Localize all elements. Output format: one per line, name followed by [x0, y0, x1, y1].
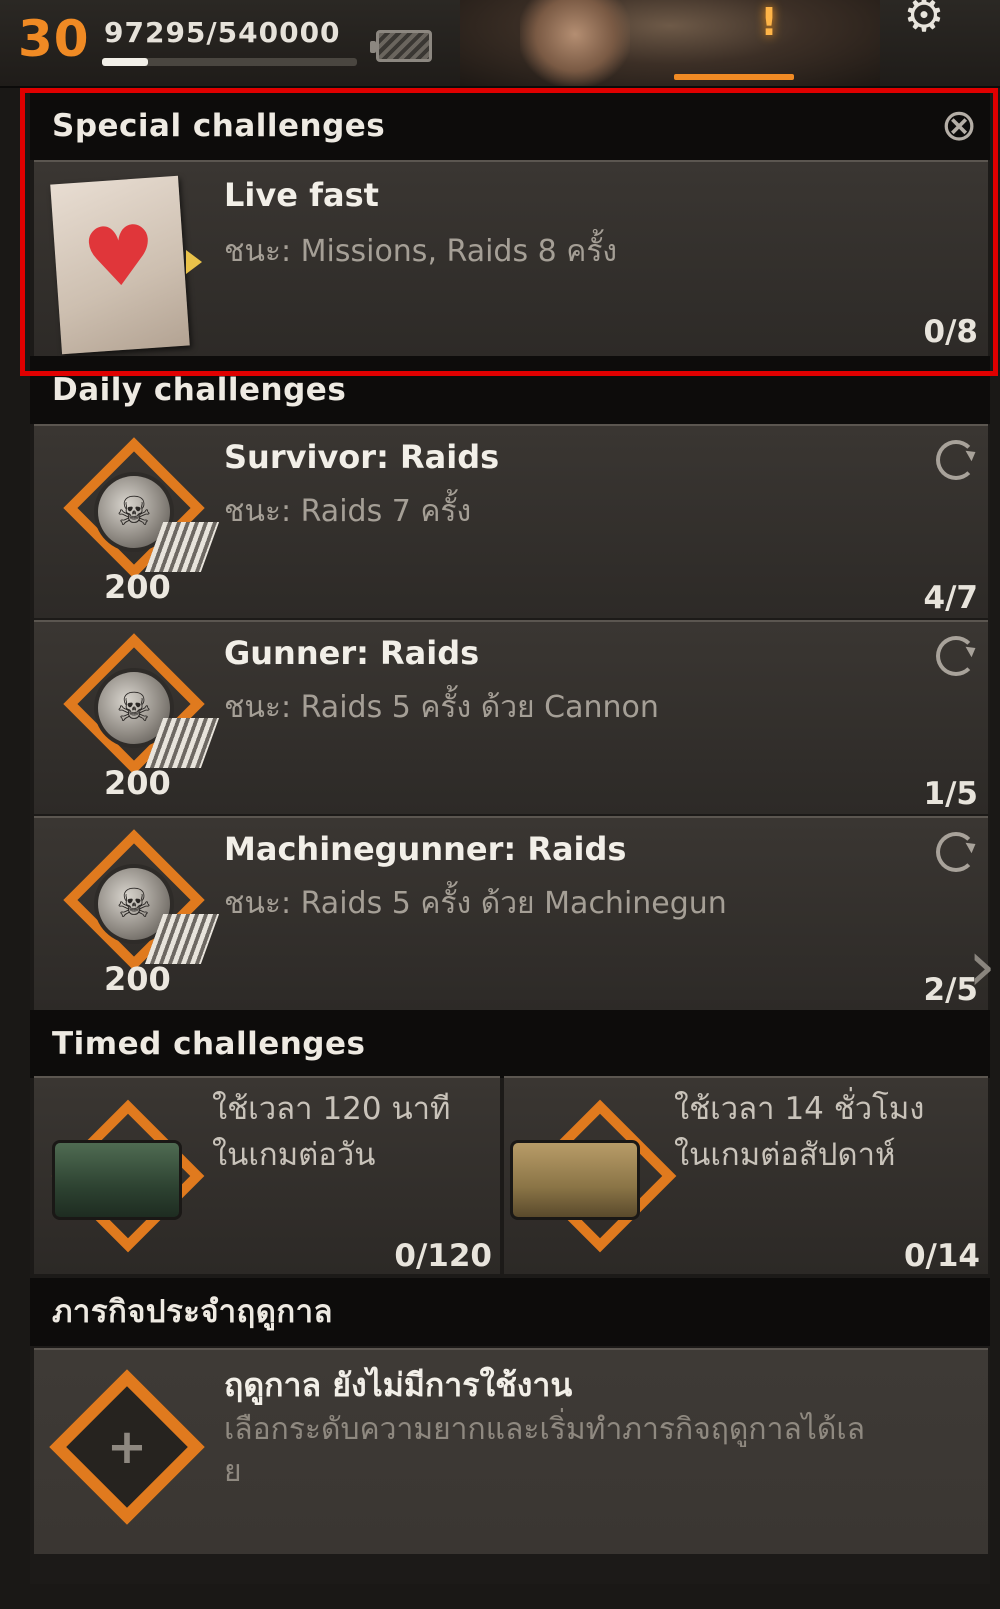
gear-icon[interactable]: ⚙: [894, 0, 954, 38]
special-challenge-progress: 0/8: [923, 314, 978, 350]
season-mission-card[interactable]: + ฤดูกาล ยังไม่มีการใช้งาน เลือกระดับควา…: [34, 1348, 988, 1554]
challenge-badge-icon: ☠ 200: [54, 437, 220, 606]
player-portrait[interactable]: [460, 0, 880, 86]
timed-challenges-title: Timed challenges: [52, 1026, 366, 1062]
xp-counter: 97295/540000: [104, 16, 341, 49]
battery-icon: [370, 30, 432, 62]
daily-challenge-description: ชนะ: Raids 5 ครั้ง ด้วย Cannon: [224, 690, 659, 725]
special-challenge-image: ♥: [50, 175, 190, 355]
season-missions-header: ภารกิจประจำฤดูกาล: [30, 1278, 990, 1346]
gold-chest-icon: [510, 1140, 640, 1220]
special-challenge-title: Live fast: [224, 176, 379, 214]
reward-amount: 200: [104, 960, 171, 998]
timed-challenge-progress: 0/120: [394, 1238, 492, 1274]
daily-challenge-card[interactable]: ☠ 200 Gunner: Raids ชนะ: Raids 5 ครั้ง ด…: [34, 620, 988, 814]
close-icon[interactable]: ⊗: [941, 92, 978, 160]
challenge-badge-icon: ☠ 200: [54, 829, 220, 998]
refresh-icon[interactable]: [936, 832, 976, 872]
season-missions-title: ภารกิจประจำฤดูกาล: [52, 1294, 334, 1330]
daily-challenge-title: Gunner: Raids: [224, 634, 480, 672]
daily-challenge-card[interactable]: ☠ 200 Survivor: Raids ชนะ: Raids 7 ครั้ง…: [34, 424, 988, 618]
top-bar: 30 97295/540000 ! ⚙: [0, 0, 1000, 88]
timed-challenge-line1: ใช้เวลา 120 นาที: [212, 1091, 451, 1127]
xp-progress-bar: [102, 58, 357, 66]
daily-challenge-card[interactable]: ☠ 200 Machinegunner: Raids ชนะ: Raids 5 …: [34, 816, 988, 1010]
alert-indicator-bar: [674, 74, 794, 80]
challenges-panel: Special challenges ⊗ ♥ Live fast ชนะ: Mi…: [30, 92, 990, 1584]
timed-challenge-card[interactable]: ใช้เวลา 14 ชั่วโมง ในเกมต่อสัปดาห์ 0/14: [504, 1076, 988, 1274]
xp-progress-fill: [102, 58, 148, 66]
refresh-icon[interactable]: [936, 636, 976, 676]
timed-challenge-line1: ใช้เวลา 14 ชั่วโมง: [674, 1091, 925, 1127]
player-level: 30: [18, 10, 90, 68]
daily-challenge-title: Survivor: Raids: [224, 438, 500, 476]
daily-challenges-header: Daily challenges: [30, 356, 990, 424]
season-mission-title: ฤดูกาล ยังไม่มีการใช้งาน: [224, 1366, 573, 1404]
special-challenge-description: ชนะ: Missions, Raids 8 ครั้ง: [224, 234, 618, 269]
season-mission-description-cont: ย: [224, 1454, 242, 1489]
timed-challenge-progress: 0/14: [903, 1238, 980, 1274]
green-chest-icon: [52, 1140, 182, 1220]
special-challenge-card[interactable]: ♥ Live fast ชนะ: Missions, Raids 8 ครั้ง…: [34, 160, 988, 356]
plus-icon[interactable]: +: [92, 1412, 162, 1482]
timed-challenge-line2: ในเกมต่อสัปดาห์: [674, 1137, 896, 1173]
refresh-icon[interactable]: [936, 440, 976, 480]
reward-amount: 200: [104, 568, 171, 606]
daily-challenges-title: Daily challenges: [52, 372, 347, 408]
reward-amount: 200: [104, 764, 171, 802]
arrow-right-icon: [186, 250, 202, 274]
daily-challenge-title: Machinegunner: Raids: [224, 830, 627, 868]
daily-challenge-progress: 1/5: [923, 776, 978, 812]
daily-challenge-progress: 4/7: [923, 580, 978, 616]
daily-challenge-description: ชนะ: Raids 5 ครั้ง ด้วย Machinegun: [224, 886, 727, 921]
timed-challenges-header: Timed challenges: [30, 1010, 990, 1078]
timed-challenge-card[interactable]: ใช้เวลา 120 นาที ในเกมต่อวัน 0/120: [34, 1076, 500, 1274]
special-challenges-header: Special challenges ⊗: [30, 92, 990, 160]
special-challenges-title: Special challenges: [52, 108, 386, 144]
season-mission-description: เลือกระดับความยากและเริ่มทำภารกิจฤดูกาลไ…: [224, 1412, 866, 1447]
heart-icon: ♥: [79, 207, 160, 308]
timed-challenge-line2: ในเกมต่อวัน: [212, 1137, 376, 1173]
daily-challenge-description: ชนะ: Raids 7 ครั้ง: [224, 494, 472, 529]
chevron-right-icon[interactable]: ›: [968, 906, 998, 1026]
challenge-badge-icon: ☠ 200: [54, 633, 220, 802]
alert-icon[interactable]: !: [754, 0, 784, 46]
